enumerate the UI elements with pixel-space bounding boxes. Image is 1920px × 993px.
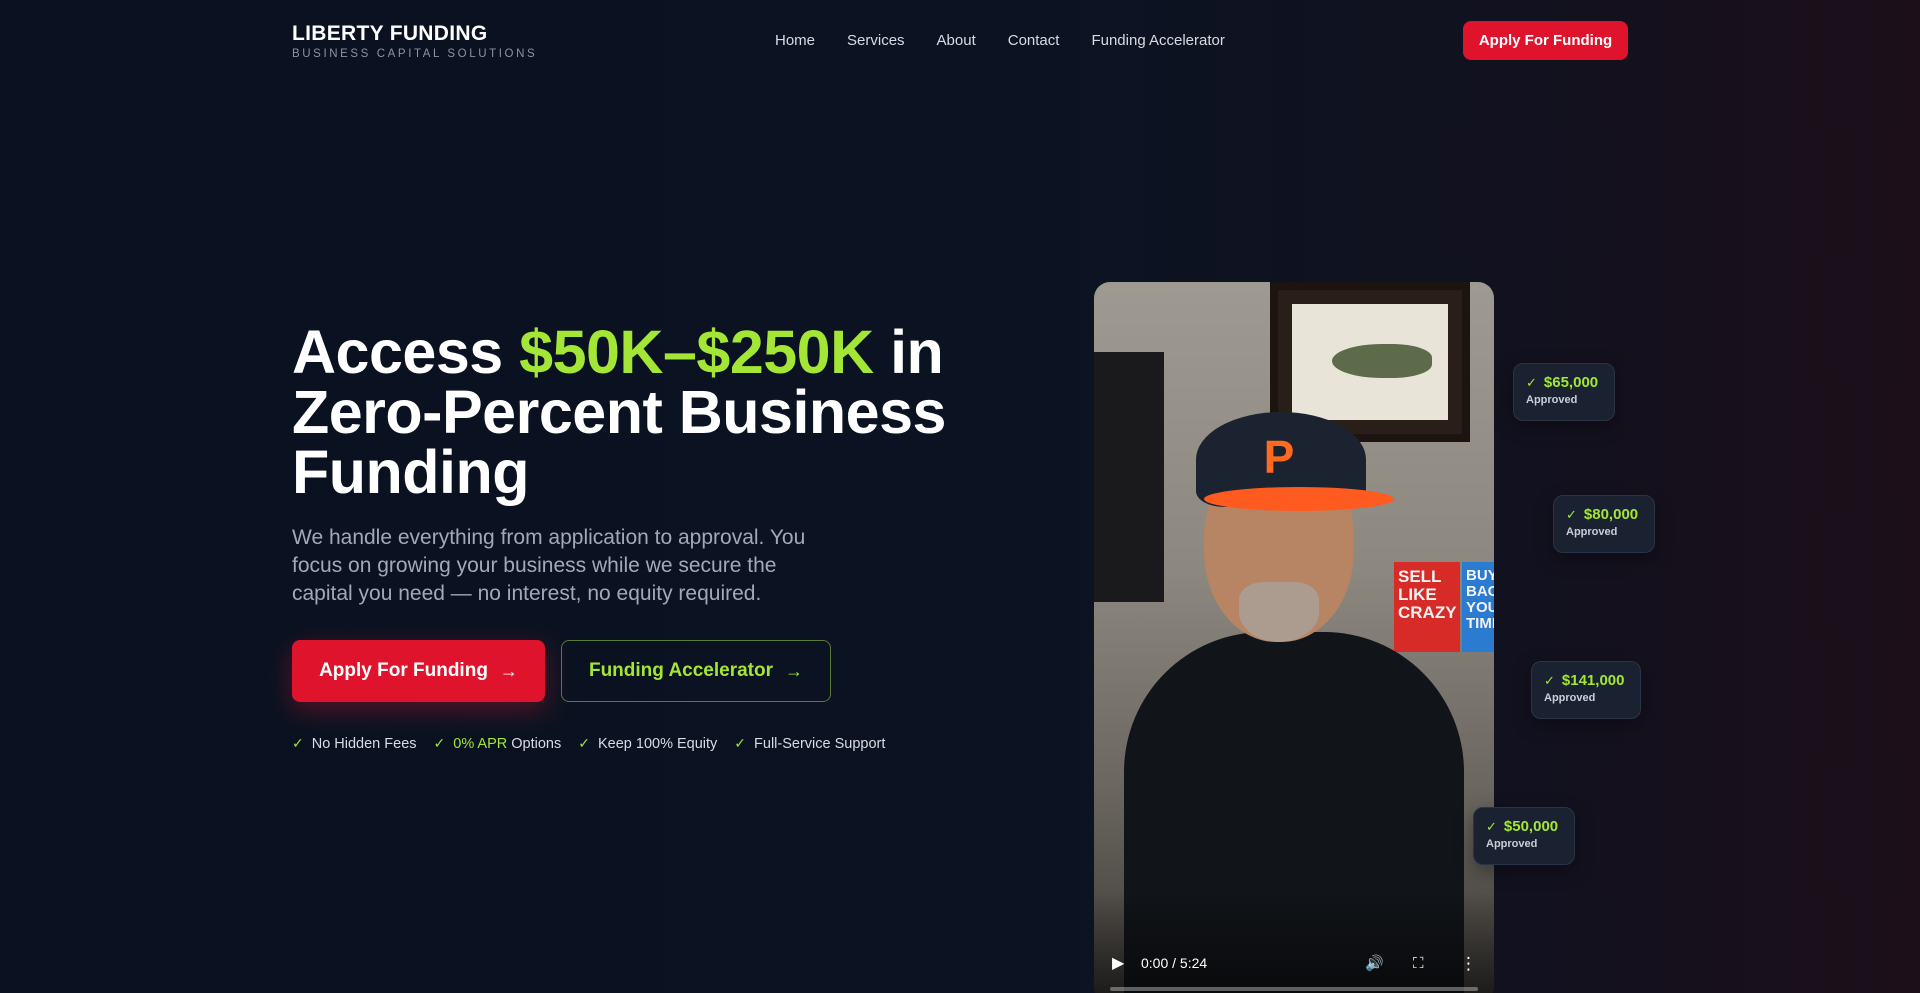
nav-home[interactable]: Home xyxy=(775,31,815,51)
book-cover: BUY BACK YOUR TIME xyxy=(1462,562,1494,652)
approval-badge: ✓ $141,000 Approved xyxy=(1531,661,1641,719)
nav-funding-accelerator[interactable]: Funding Accelerator xyxy=(1091,31,1224,51)
volume-icon[interactable]: 🔊 xyxy=(1365,954,1385,974)
brand-logo[interactable]: LIBERTY FUNDING BUSINESS CAPITAL SOLUTIO… xyxy=(292,22,537,61)
badge-status: Approved xyxy=(1486,838,1538,850)
nav-contact[interactable]: Contact xyxy=(1008,31,1060,51)
header-apply-button[interactable]: Apply For Funding xyxy=(1463,21,1628,60)
video-player[interactable]: SELL LIKE CRAZY BUY BACK YOUR TIME P ▶ 0… xyxy=(1094,282,1494,993)
video-controls: ▶ 0:00 / 5:24 🔊 ⛶ ⋮ xyxy=(1094,932,1494,993)
landing-page: LIBERTY FUNDING BUSINESS CAPITAL SOLUTIO… xyxy=(0,0,1920,993)
feature-label-rest: Options xyxy=(507,735,562,752)
funding-accelerator-button[interactable]: Funding Accelerator → xyxy=(561,640,831,702)
check-icon: ✓ xyxy=(433,735,446,751)
video-background-books: SELL LIKE CRAZY BUY BACK YOUR TIME xyxy=(1394,562,1494,652)
check-icon: ✓ xyxy=(1486,819,1497,834)
feature-label: 0% APR Options xyxy=(453,736,561,752)
cap-logo: P xyxy=(1263,431,1295,483)
apply-for-funding-button[interactable]: Apply For Funding → xyxy=(292,640,545,702)
apply-button-label: Apply For Funding xyxy=(319,660,488,681)
play-icon[interactable]: ▶ xyxy=(1112,954,1132,974)
check-icon: ✓ xyxy=(578,735,590,751)
headline-accent: $50K–$250K xyxy=(519,318,874,386)
approval-badge: ✓ $80,000 Approved xyxy=(1553,495,1655,553)
main-nav: Home Services About Contact Funding Acce… xyxy=(775,31,1225,51)
nav-about[interactable]: About xyxy=(937,31,976,51)
approval-badge: ✓ $65,000 Approved xyxy=(1513,363,1615,421)
feature-label: Full-Service Support xyxy=(754,735,886,752)
feature-item: ✓ Keep 100% Equity xyxy=(578,735,717,752)
check-icon: ✓ xyxy=(1526,375,1537,390)
fish-picture xyxy=(1332,344,1432,378)
badge-status: Approved xyxy=(1566,526,1618,538)
check-icon: ✓ xyxy=(1544,673,1555,688)
badge-amount: $141,000 xyxy=(1561,672,1625,689)
check-icon: ✓ xyxy=(734,735,747,751)
brand-tagline: BUSINESS CAPITAL SOLUTIONS xyxy=(292,48,538,60)
feature-item: ✓ No Hidden Fees xyxy=(292,735,417,752)
feature-item: ✓ 0% APR Options xyxy=(434,735,562,752)
approval-badge: ✓ $50,000 Approved xyxy=(1473,807,1575,865)
hero-subtext: We handle everything from application to… xyxy=(292,526,806,605)
more-vertical-icon[interactable]: ⋮ xyxy=(1460,954,1477,974)
video-background-shelf xyxy=(1094,352,1164,602)
feature-label: Keep 100% Equity xyxy=(597,735,718,752)
check-icon: ✓ xyxy=(1566,507,1577,522)
video-person-cap-brim xyxy=(1204,487,1394,511)
feature-list: ✓ No Hidden Fees ✓ 0% APR Options ✓ Keep… xyxy=(292,735,885,752)
feature-highlight: 0% APR xyxy=(453,735,508,752)
feature-item: ✓ Full-Service Support xyxy=(734,735,885,752)
site-header: LIBERTY FUNDING BUSINESS CAPITAL SOLUTIO… xyxy=(0,0,1920,82)
badge-amount: $65,000 xyxy=(1543,374,1599,391)
check-icon: ✓ xyxy=(292,735,304,751)
video-person-beard xyxy=(1239,582,1319,642)
headline-pre: Access xyxy=(292,318,520,386)
badge-status: Approved xyxy=(1526,394,1578,406)
badge-amount: $50,000 xyxy=(1503,818,1559,835)
fullscreen-icon[interactable]: ⛶ xyxy=(1413,954,1433,974)
arrow-right-icon: → xyxy=(785,661,804,681)
video-time: 0:00 / 5:24 xyxy=(1141,955,1208,971)
badge-amount: $80,000 xyxy=(1583,506,1639,523)
arrow-right-icon: → xyxy=(499,661,518,681)
nav-services[interactable]: Services xyxy=(847,31,905,51)
badge-status: Approved xyxy=(1544,692,1596,704)
brand-name: LIBERTY FUNDING xyxy=(292,22,488,45)
accelerator-button-label: Funding Accelerator xyxy=(588,660,774,681)
book-cover: SELL LIKE CRAZY xyxy=(1394,562,1460,652)
video-progress-bar[interactable] xyxy=(1110,987,1478,991)
hero-headline: Access $50K–$250K in Zero-Percent Busine… xyxy=(292,322,1012,503)
feature-label: No Hidden Fees xyxy=(311,735,417,752)
